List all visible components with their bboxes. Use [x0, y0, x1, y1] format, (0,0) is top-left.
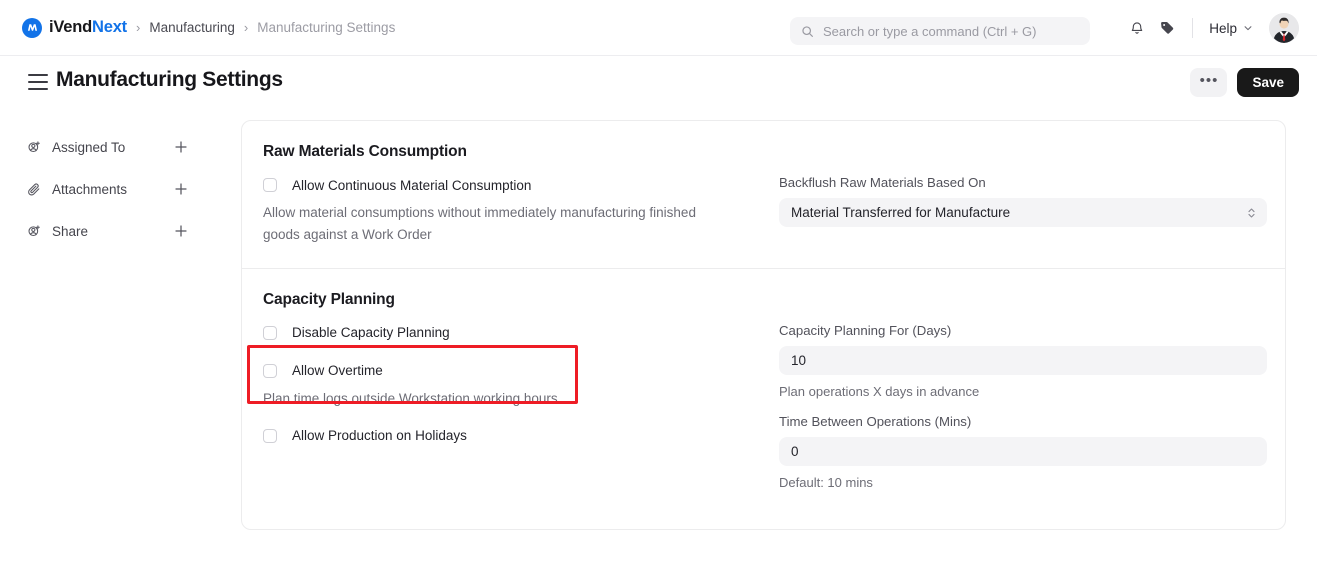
allow-continuous-material-consumption-checkbox[interactable] [263, 178, 277, 192]
save-button[interactable]: Save [1237, 68, 1299, 97]
add-assigned-to-button[interactable] [173, 139, 189, 155]
time-between-operations-help: Default: 10 mins [779, 474, 873, 490]
capacity-planning-days-input[interactable]: 10 [779, 345, 1267, 375]
user-plus-icon [26, 223, 42, 239]
page-header: Manufacturing Settings ••• Save [0, 56, 1317, 118]
section-capacity-planning: Capacity Planning Disable Capacity Plann… [242, 269, 1285, 490]
breadcrumb-manufacturing-settings: Manufacturing Settings [257, 20, 396, 35]
input-value: 0 [791, 443, 799, 459]
breadcrumb-manufacturing[interactable]: Manufacturing [149, 20, 235, 35]
settings-card: Raw Materials Consumption Allow Continuo… [241, 120, 1286, 530]
sidebar-item-label: Assigned To [52, 139, 126, 155]
backflush-raw-materials-label: Backflush Raw Materials Based On [779, 175, 986, 190]
input-value: 10 [791, 352, 807, 368]
navbar-divider [1192, 18, 1194, 38]
ellipsis-icon: ••• [1199, 72, 1219, 89]
more-options-button[interactable]: ••• [1190, 68, 1228, 97]
section-title: Capacity Planning [263, 290, 395, 308]
allow-continuous-material-consumption-row[interactable]: Allow Continuous Material Consumption [263, 175, 779, 195]
user-avatar[interactable] [1269, 13, 1299, 43]
navbar-actions: Help [1122, 0, 1299, 56]
paperclip-icon [26, 181, 42, 197]
section-left-column: Allow Continuous Material Consumption Al… [263, 175, 779, 246]
sidebar-item-assigned-to[interactable]: Assigned To [0, 126, 215, 168]
help-label: Help [1209, 20, 1237, 36]
app-root: iVendNext › Manufacturing › Manufacturin… [0, 0, 1317, 561]
checkbox-label: Allow Continuous Material Consumption [292, 177, 532, 193]
allow-production-on-holidays-checkbox[interactable] [263, 428, 277, 443]
brand-name: iVendNext [49, 18, 127, 36]
help-menu[interactable]: Help [1205, 17, 1257, 40]
global-search[interactable]: Search or type a command (Ctrl + G) [790, 17, 1090, 45]
page-title: Manufacturing Settings [56, 68, 283, 91]
checkbox-description: Allow material consumptions without imme… [263, 205, 696, 242]
allow-production-on-holidays-row[interactable]: Allow Production on Holidays [263, 426, 779, 446]
user-plus-icon [26, 139, 42, 155]
sidebar-item-share[interactable]: Share [0, 210, 215, 252]
checkbox-label: Allow Overtime [292, 363, 383, 379]
capacity-planning-days-label: Capacity Planning For (Days) [779, 322, 952, 338]
disable-capacity-planning-row[interactable]: Disable Capacity Planning [263, 323, 779, 343]
checkbox-label: Allow Production on Holidays [292, 428, 467, 444]
ivendnext-logo-icon [22, 17, 42, 38]
add-attachment-button[interactable] [173, 181, 189, 197]
section-right-column: Capacity Planning For (Days) 10 Plan ope… [779, 323, 1267, 490]
section-title: Raw Materials Consumption [263, 143, 467, 160]
bell-icon[interactable] [1122, 13, 1152, 43]
allow-overtime-row[interactable]: Allow Overtime [263, 361, 779, 381]
sidebar-item-label: Share [52, 223, 89, 239]
time-between-operations-label: Time Between Operations (Mins) [779, 413, 972, 429]
time-between-operations-input[interactable]: 0 [779, 436, 1267, 466]
breadcrumb-separator-1: › [135, 20, 141, 35]
checkbox-label: Disable Capacity Planning [292, 325, 450, 341]
chevron-down-icon [1243, 23, 1253, 33]
add-share-button[interactable] [173, 223, 189, 239]
section-left-column: Disable Capacity Planning Allow Overtime… [263, 323, 779, 490]
checkbox-description: Plan time logs outside Workstation worki… [263, 390, 558, 406]
breadcrumb-separator-2: › [243, 20, 249, 35]
disable-capacity-planning-checkbox[interactable] [263, 325, 277, 340]
sidebar-item-label: Attachments [52, 181, 128, 197]
page-header-actions: ••• Save [1190, 68, 1299, 97]
select-stepper-icon [1247, 206, 1256, 219]
tag-icon[interactable] [1152, 13, 1182, 43]
brand-logo-link[interactable]: iVendNext [22, 17, 127, 38]
allow-overtime-checkbox[interactable] [263, 363, 277, 378]
capacity-planning-days-help: Plan operations X days in advance [779, 383, 980, 399]
search-icon [801, 25, 814, 38]
search-input-placeholder: Search or type a command (Ctrl + G) [823, 23, 1037, 39]
section-raw-materials-consumption: Raw Materials Consumption Allow Continuo… [242, 121, 1285, 268]
hamburger-menu-icon[interactable] [28, 74, 48, 90]
section-right-column: Backflush Raw Materials Based On Materia… [779, 175, 1267, 246]
select-value: Material Transferred for Manufacture [791, 205, 1011, 220]
top-navbar: iVendNext › Manufacturing › Manufacturin… [0, 0, 1317, 56]
sidebar-item-attachments[interactable]: Attachments [0, 168, 215, 210]
backflush-raw-materials-select[interactable]: Material Transferred for Manufacture [779, 198, 1267, 227]
sidebar: Assigned To Attachments Share [0, 126, 215, 252]
